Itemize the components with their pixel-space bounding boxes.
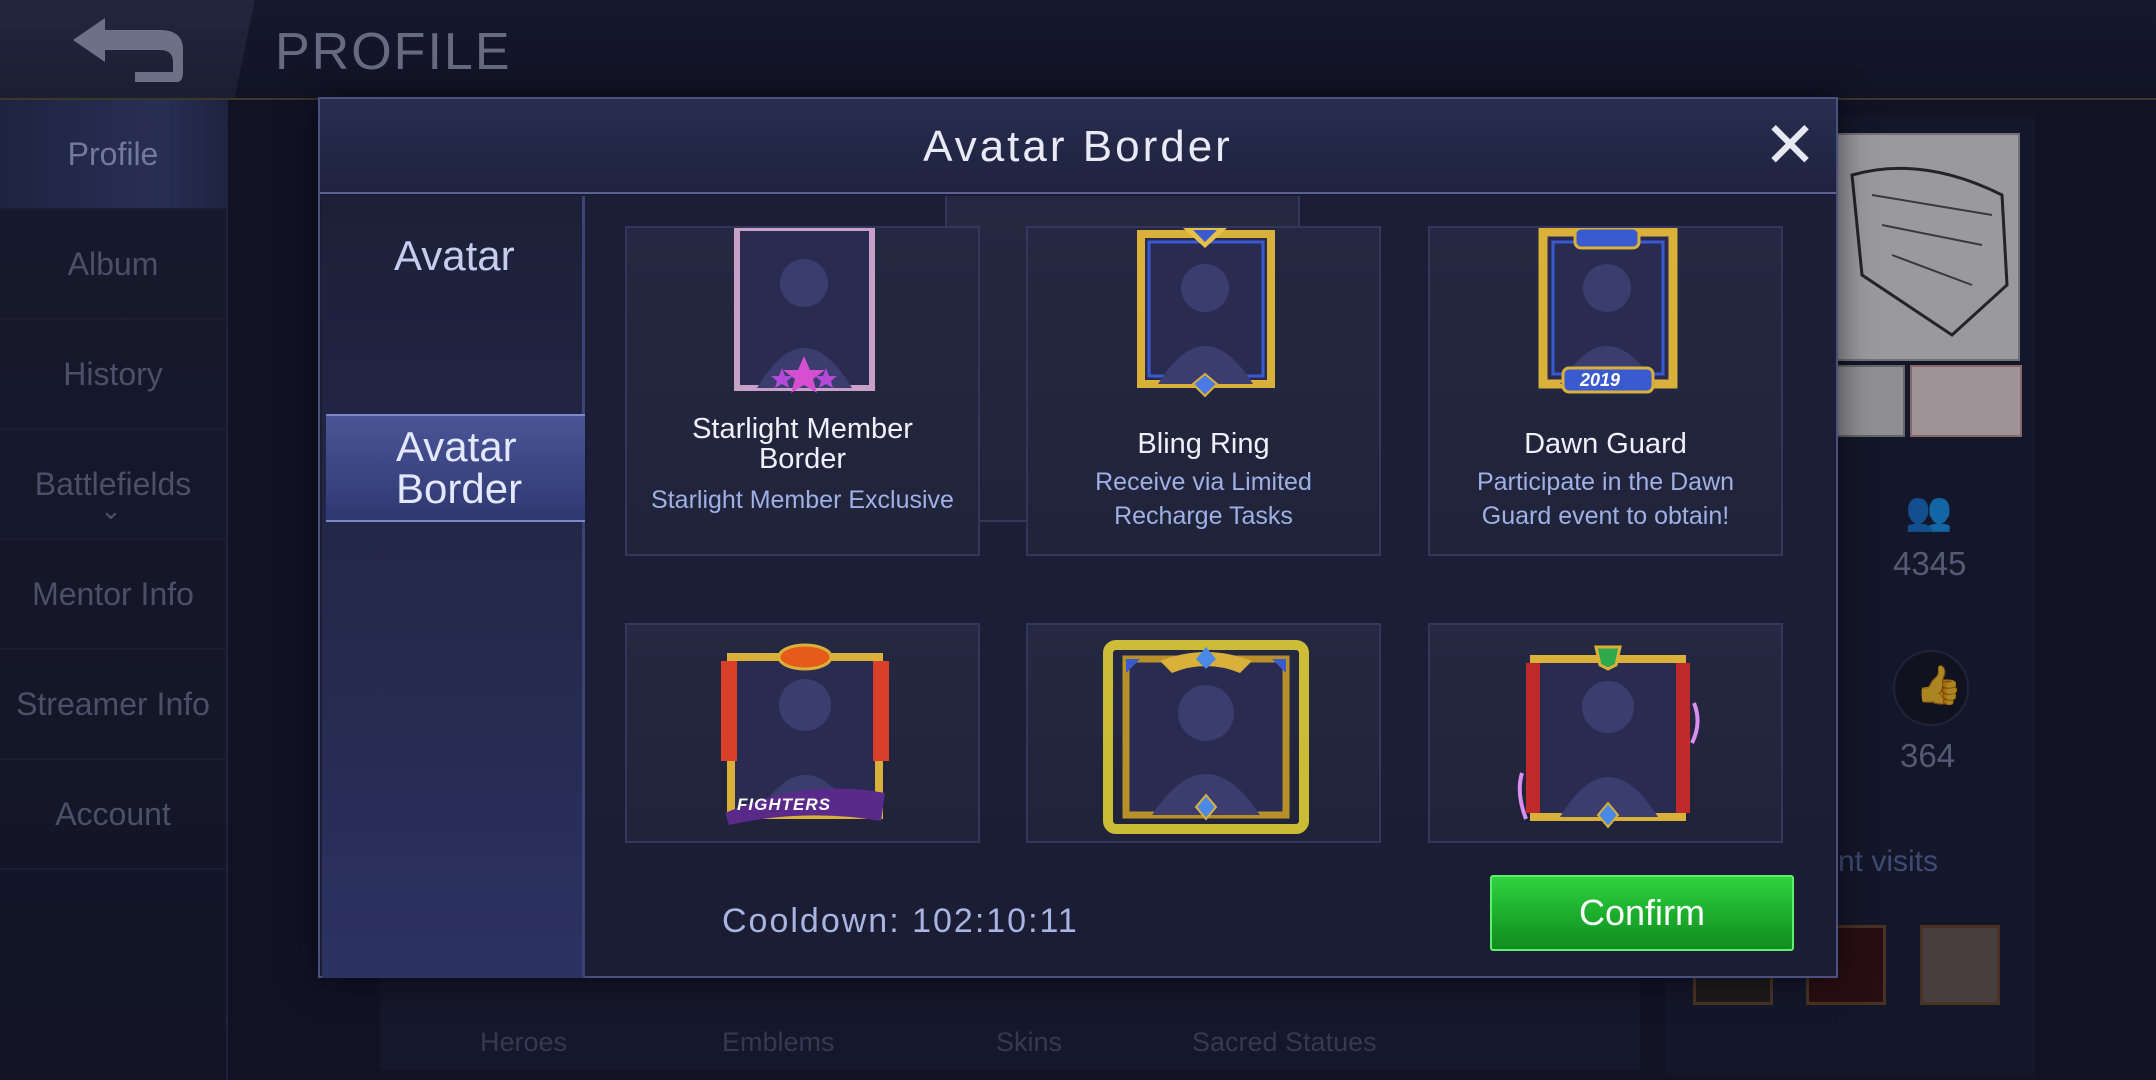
close-icon: ✕: [1763, 108, 1817, 181]
red-gold-frame-icon: [1517, 645, 1700, 829]
tab-avatar[interactable]: Avatar: [322, 226, 585, 286]
cooldown-timer: Cooldown: 102:10:11: [722, 902, 1079, 940]
dialog-footer: Cooldown: 102:10:11 Confirm: [586, 855, 1834, 975]
card-description: Recharge Tasks: [1114, 502, 1293, 530]
card-description: Starlight Member Exclusive: [651, 486, 954, 514]
card-name: Bling Ring: [1137, 428, 1270, 460]
border-card-starlight[interactable]: Starlight Member Border Starlight Member…: [625, 226, 980, 556]
card-description: Guard event to obtain!: [1481, 502, 1730, 530]
dialog-tabs: Avatar Avatar Border: [322, 196, 585, 978]
border-card-dawn-guard[interactable]: 2019 Dawn Guard Participate in the Dawn …: [1428, 226, 1783, 556]
card-description: Receive via Limited: [1095, 468, 1312, 496]
bling-ring-frame-icon: [1137, 228, 1275, 398]
card-name: Border: [758, 443, 847, 475]
border-card-kof[interactable]: FIGHTERS: [625, 623, 980, 843]
tab-avatar-border[interactable]: Avatar Border: [326, 414, 585, 522]
tab-label-line1: Avatar: [396, 423, 517, 470]
tab-label-line2: Border: [396, 465, 523, 512]
dawn-guard-year-badge: 2019: [1580, 370, 1621, 390]
confirm-button[interactable]: Confirm: [1490, 875, 1794, 951]
close-button[interactable]: ✕: [1760, 109, 1820, 181]
card-name: Starlight Member: [692, 413, 913, 445]
border-card-bling-ring[interactable]: Bling Ring Receive via Limited Recharge …: [1026, 226, 1381, 556]
card-description: Participate in the Dawn: [1476, 468, 1735, 496]
dialog-title: Avatar Border: [923, 121, 1233, 171]
gold-winged-frame-icon: [1103, 640, 1309, 834]
kof-logo-text: FIGHTERS: [737, 795, 831, 814]
dialog-header: Avatar Border ✕: [320, 99, 1836, 194]
border-card-gold-winged[interactable]: [1026, 623, 1381, 843]
card-name: Dawn Guard: [1524, 428, 1687, 460]
starlight-frame-icon: [734, 228, 875, 393]
border-card-red-gold[interactable]: [1428, 623, 1783, 843]
tab-label: Avatar: [394, 232, 515, 279]
